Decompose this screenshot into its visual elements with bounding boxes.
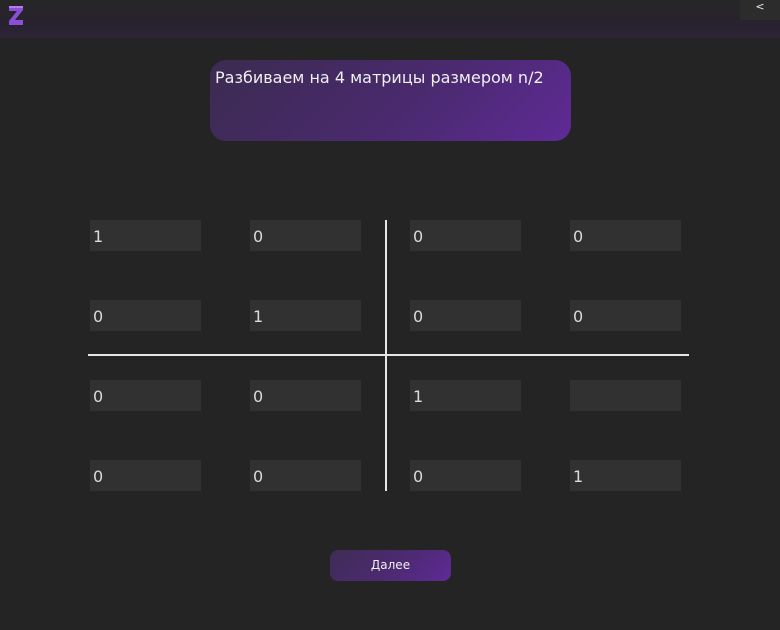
matrix-cell-r3-c4[interactable]	[570, 380, 681, 411]
matrix-cell-r1-c4[interactable]: 0	[570, 220, 681, 251]
matrix-cell-r1-c1[interactable]: 1	[90, 220, 201, 251]
matrix-cell-r3-c1[interactable]: 0	[90, 380, 201, 411]
matrix-cell-r4-c1[interactable]: 0	[90, 460, 201, 491]
matrix-cell-r2-c1[interactable]: 0	[90, 300, 201, 331]
matrix-cell-r2-c4[interactable]: 0	[570, 300, 681, 331]
matrix-cell-r1-c2[interactable]: 0	[250, 220, 361, 251]
instruction-text: Разбиваем на 4 матрицы размером n/2	[215, 68, 544, 87]
back-button[interactable]: <	[740, 0, 780, 20]
horizontal-split-line	[88, 354, 689, 356]
next-button[interactable]: Далее	[330, 550, 451, 581]
matrix-cell-r4-c4[interactable]: 1	[570, 460, 681, 491]
matrix-cell-r3-c3[interactable]: 1	[410, 380, 521, 411]
top-bar: <	[0, 0, 780, 38]
instruction-banner: Разбиваем на 4 матрицы размером n/2	[210, 60, 571, 141]
z-logo-icon	[9, 6, 23, 25]
matrix-cell-r4-c2[interactable]: 0	[250, 460, 361, 491]
matrix-cell-r1-c3[interactable]: 0	[410, 220, 521, 251]
matrix-cell-r2-c2[interactable]: 1	[250, 300, 361, 331]
matrix-cell-r3-c2[interactable]: 0	[250, 380, 361, 411]
matrix-cell-r2-c3[interactable]: 0	[410, 300, 521, 331]
matrix-cell-r4-c3[interactable]: 0	[410, 460, 521, 491]
